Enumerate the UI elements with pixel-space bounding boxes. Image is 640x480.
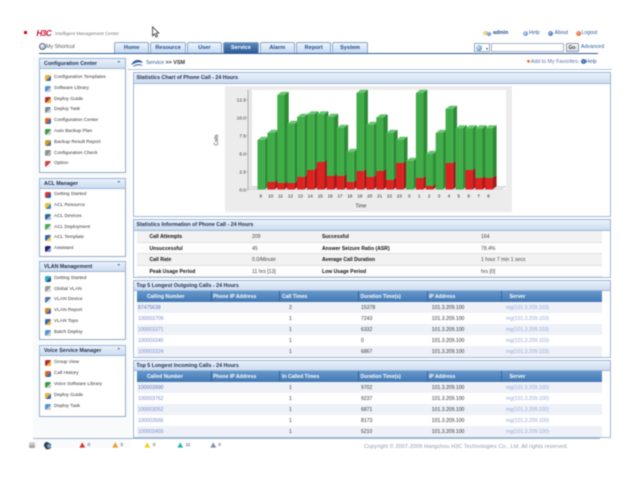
svg-text:12.5: 12.5 (237, 97, 247, 103)
svg-text:16: 16 (328, 194, 334, 199)
svg-text:14: 14 (308, 194, 314, 199)
svg-text:Calls: Calls (214, 134, 220, 146)
svg-text:22: 22 (387, 194, 393, 199)
svg-text:13: 13 (298, 194, 304, 199)
svg-text:23: 23 (397, 194, 403, 199)
svg-text:21: 21 (377, 194, 383, 199)
svg-text:Time: Time (356, 204, 367, 210)
svg-text:15: 15 (318, 194, 324, 199)
svg-text:7.5: 7.5 (239, 133, 246, 139)
svg-text:18: 18 (347, 194, 353, 199)
svg-text:0.0: 0.0 (239, 188, 246, 194)
svg-text:10.0: 10.0 (237, 115, 247, 121)
svg-text:17: 17 (337, 194, 343, 199)
svg-text:12: 12 (288, 194, 294, 199)
svg-text:10: 10 (268, 194, 274, 199)
svg-text:11: 11 (278, 194, 283, 199)
svg-text:19: 19 (357, 194, 363, 199)
svg-text:5.0: 5.0 (239, 152, 246, 158)
svg-text:2.5: 2.5 (239, 170, 246, 176)
svg-text:20: 20 (367, 194, 373, 199)
